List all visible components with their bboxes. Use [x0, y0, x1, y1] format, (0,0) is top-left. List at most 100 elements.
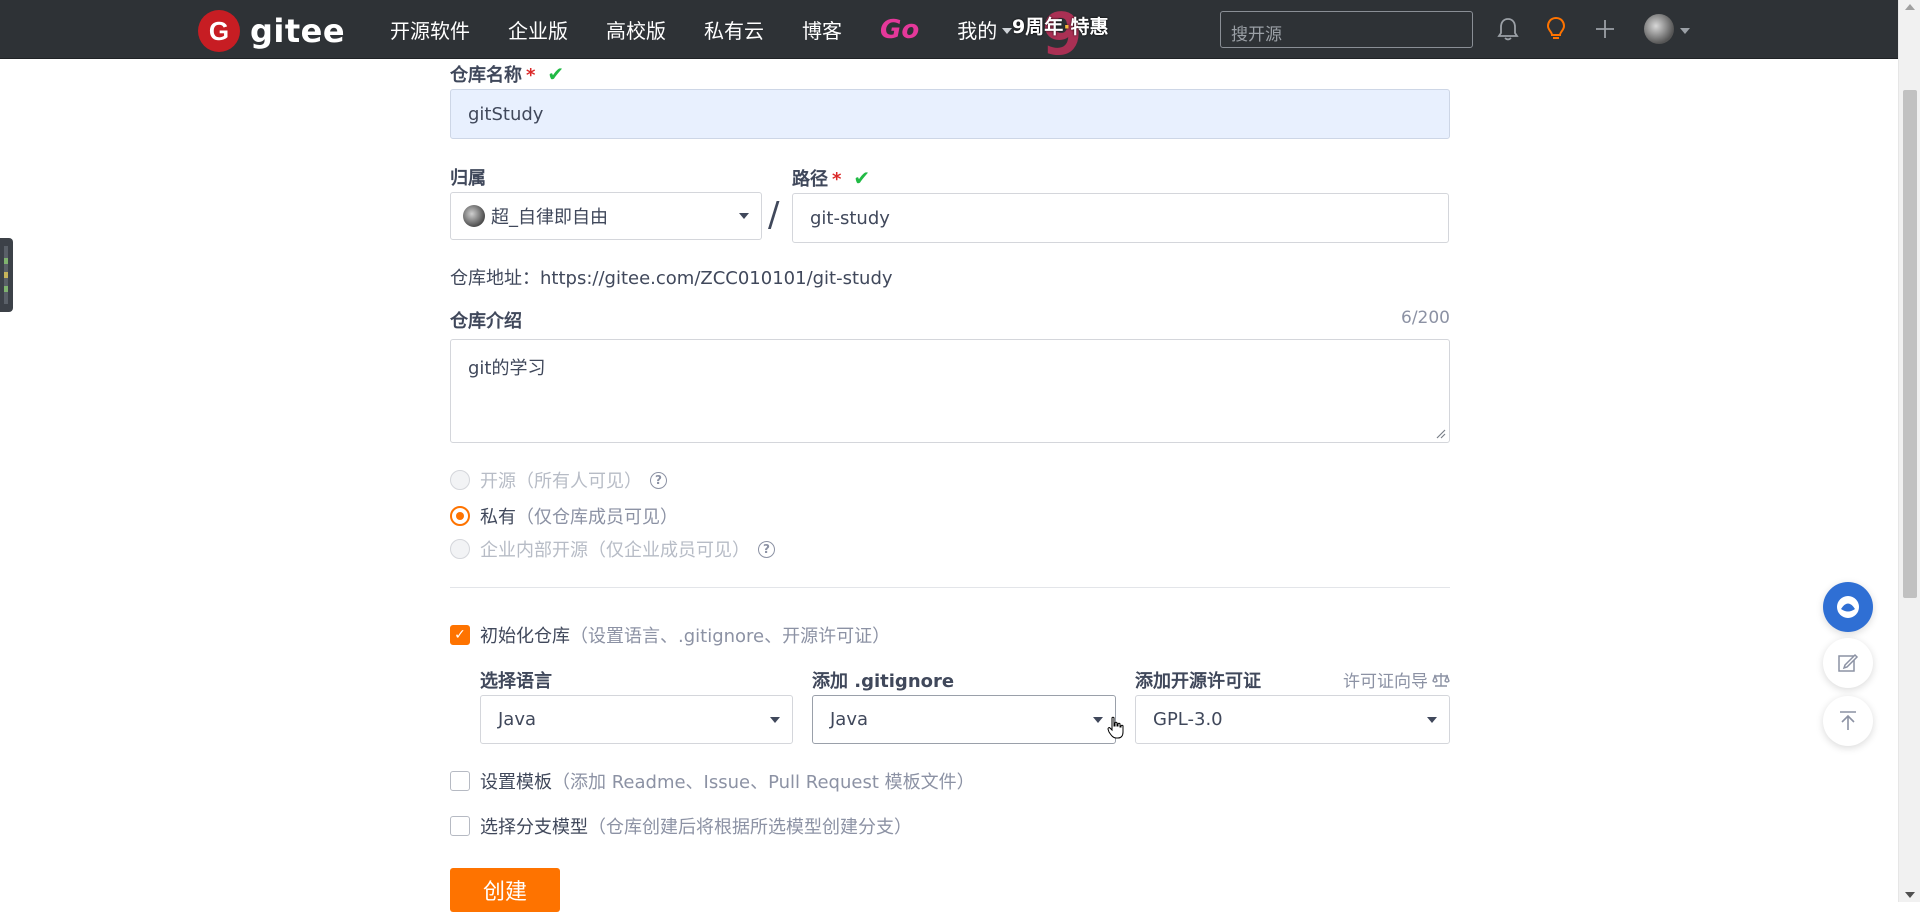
section-divider	[450, 587, 1450, 588]
nav-open-source[interactable]: 开源软件	[390, 15, 470, 44]
desc-textarea[interactable]: git的学习	[450, 339, 1450, 443]
radio-public[interactable]	[450, 470, 470, 490]
repo-name-label-row: 仓库名称 * ✔	[450, 61, 564, 87]
plus-icon[interactable]	[1589, 13, 1621, 45]
license-label-row: 添加开源许可证	[1135, 667, 1261, 693]
license-label: 添加开源许可证	[1135, 671, 1261, 692]
scroll-up-arrow-icon[interactable]	[1905, 4, 1915, 10]
branch-model-option[interactable]: 选择分支模型 （仓库创建后将根据所选模型创建分支）	[450, 813, 912, 839]
chevron-down-icon	[1002, 28, 1013, 34]
init-repo-label: 初始化仓库	[480, 626, 570, 647]
visibility-public-label: 开源	[480, 471, 516, 492]
chevron-down-icon	[1093, 716, 1103, 723]
repo-name-input[interactable]: gitStudy	[450, 89, 1450, 139]
nav-education[interactable]: 高校版	[606, 15, 666, 44]
gitee-logo[interactable]: G gitee	[198, 10, 345, 52]
page-scrollbar[interactable]	[1898, 0, 1920, 902]
visibility-option-private[interactable]: 私有 （仅仓库成员可见）	[450, 503, 678, 529]
scale-balance-icon	[1432, 672, 1450, 687]
path-input[interactable]: git-study	[792, 193, 1449, 243]
feedback-edit-icon[interactable]	[1823, 638, 1873, 688]
init-repo-checkbox[interactable]: ✓	[450, 625, 470, 645]
chevron-down-icon	[770, 716, 780, 723]
promo-text-sale: 特惠	[1070, 16, 1109, 38]
back-to-top-icon[interactable]	[1823, 696, 1873, 746]
visibility-enterprise-label: 企业内部开源	[480, 540, 588, 561]
visibility-public-hint: （所有人可见）	[516, 471, 642, 492]
required-mark: *	[526, 65, 536, 86]
gitignore-value: Java	[830, 709, 869, 730]
visibility-enterprise-hint: （仅企业成员可见）	[588, 540, 750, 561]
language-select[interactable]: Java	[480, 695, 793, 744]
main-nav: 开源软件 企业版 高校版 私有云 博客 Go 我的	[390, 0, 1050, 59]
radio-enterprise[interactable]	[450, 539, 470, 559]
nav-go[interactable]: Go	[880, 15, 919, 45]
resize-handle-icon[interactable]	[1436, 429, 1446, 439]
owner-label: 归属	[450, 168, 486, 189]
gitignore-select[interactable]: Java	[812, 695, 1116, 744]
nav-mine-label: 我的	[957, 19, 998, 43]
desc-label: 仓库介绍	[450, 311, 522, 332]
promo-text-anniversary: 9周年	[1012, 16, 1064, 38]
desc-char-counter: 6/200	[1401, 308, 1450, 328]
nav-mine-dropdown[interactable]: 我的	[957, 15, 1013, 44]
init-repo-option[interactable]: ✓ 初始化仓库 （设置语言、.gitignore、开源许可证）	[450, 622, 890, 648]
chevron-down-icon	[1427, 716, 1437, 723]
user-avatar[interactable]	[1644, 14, 1674, 44]
search-input[interactable]: 搜开源	[1220, 11, 1473, 48]
gitignore-label: 添加 .gitignore	[812, 671, 955, 692]
visibility-private-label: 私有	[480, 507, 516, 528]
chevron-down-icon	[739, 213, 749, 219]
desc-value: git的学习	[468, 358, 546, 379]
template-option[interactable]: 设置模板 （添加 Readme、Issue、Pull Request 模板文件）	[450, 768, 975, 794]
visibility-private-hint: （仅仓库成员可见）	[516, 507, 678, 528]
required-mark: *	[832, 169, 842, 190]
nav-blog[interactable]: 博客	[802, 15, 842, 44]
chat-assistant-icon[interactable]	[1823, 582, 1873, 632]
license-value: GPL-3.0	[1153, 709, 1223, 730]
branch-model-hint: （仓库创建后将根据所选模型创建分支）	[588, 817, 912, 838]
gitignore-label-row: 添加 .gitignore	[812, 667, 954, 693]
lang-label-row: 选择语言	[480, 667, 552, 693]
path-label-row: 路径 * ✔	[792, 165, 870, 191]
license-wizard-link[interactable]: 许可证向导	[1343, 667, 1450, 692]
notification-bell-icon[interactable]	[1492, 13, 1524, 45]
repo-address-url: https://gitee.com/ZCC010101/git-study	[540, 268, 893, 289]
owner-path-separator: /	[768, 195, 780, 235]
repo-name-label: 仓库名称	[450, 65, 522, 86]
top-navbar: G gitee 开源软件 企业版 高校版 私有云 博客 Go 我的 9 9周年·…	[0, 0, 1898, 68]
side-toolbar-widget[interactable]	[0, 238, 13, 312]
lightbulb-icon[interactable]	[1540, 13, 1572, 45]
owner-select[interactable]: 超_自律即自由	[450, 192, 762, 240]
create-button[interactable]: 创建	[450, 868, 560, 912]
visibility-option-enterprise[interactable]: 企业内部开源 （仅企业成员可见） ?	[450, 536, 775, 562]
owner-value: 超_自律即自由	[491, 207, 608, 228]
init-repo-hint: （设置语言、.gitignore、开源许可证）	[570, 626, 891, 647]
avatar-chevron-down-icon[interactable]	[1680, 28, 1690, 34]
nav-enterprise[interactable]: 企业版	[508, 15, 568, 44]
anniversary-promo-banner[interactable]: 9 9周年·特惠	[1012, 0, 1112, 68]
owner-avatar	[463, 205, 485, 227]
path-valid-check-icon: ✔	[853, 168, 871, 190]
help-question-icon[interactable]: ?	[758, 540, 775, 558]
branch-model-checkbox[interactable]	[450, 816, 470, 836]
template-label: 设置模板	[480, 772, 552, 793]
scrollbar-thumb[interactable]	[1903, 90, 1917, 598]
license-select[interactable]: GPL-3.0	[1135, 695, 1450, 744]
template-checkbox[interactable]	[450, 771, 470, 791]
radio-private[interactable]	[450, 506, 470, 526]
branch-model-label: 选择分支模型	[480, 817, 588, 838]
path-label: 路径	[792, 169, 828, 190]
gitee-logo-icon: G	[198, 10, 240, 52]
scroll-down-arrow-icon[interactable]	[1905, 892, 1915, 898]
hand-pointer-cursor-icon	[1107, 716, 1124, 739]
help-question-icon[interactable]: ?	[650, 471, 667, 489]
repo-address: 仓库地址：https://gitee.com/ZCC010101/git-stu…	[450, 264, 893, 290]
template-hint: （添加 Readme、Issue、Pull Request 模板文件）	[552, 772, 975, 793]
repo-address-label: 仓库地址：	[450, 268, 540, 289]
language-value: Java	[498, 709, 537, 730]
lang-label: 选择语言	[480, 671, 552, 692]
nav-private-cloud[interactable]: 私有云	[704, 15, 764, 44]
visibility-option-public[interactable]: 开源 （所有人可见） ?	[450, 467, 667, 493]
desc-label-row: 仓库介绍	[450, 307, 522, 333]
